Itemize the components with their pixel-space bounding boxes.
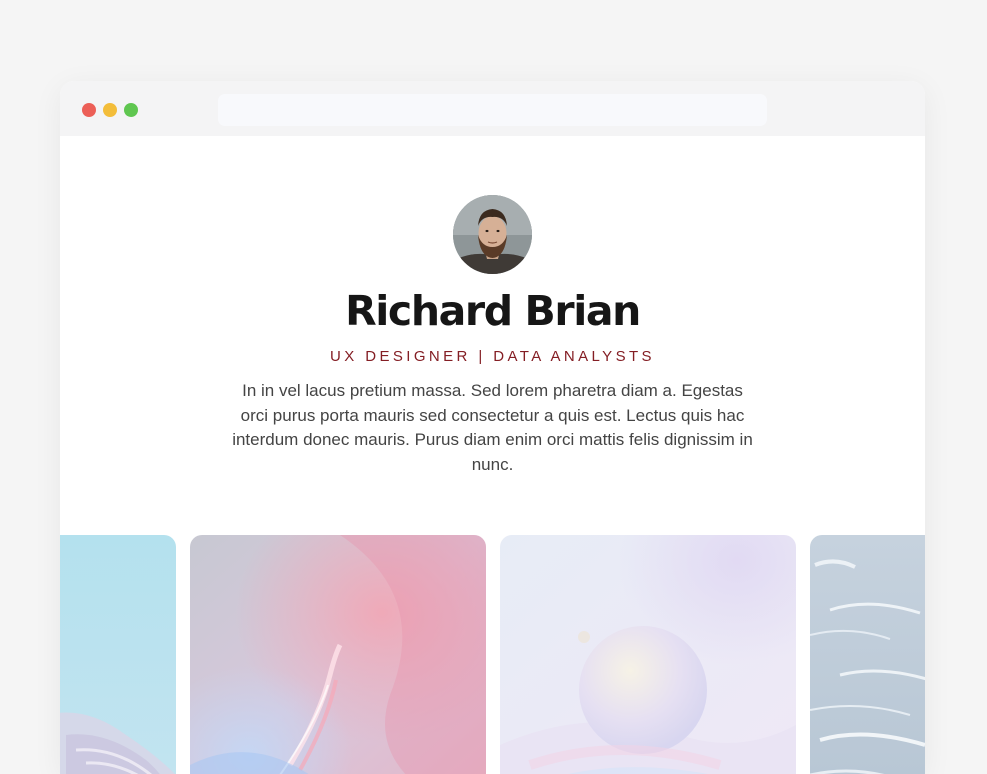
minimize-window-button[interactable] — [103, 103, 117, 117]
maximize-window-button[interactable] — [124, 103, 138, 117]
profile-role: UX DESIGNER | DATA ANALYSTS — [330, 348, 655, 365]
close-window-button[interactable] — [82, 103, 96, 117]
browser-titlebar — [60, 81, 925, 136]
browser-window: Richard Brian UX DESIGNER | DATA ANALYST… — [60, 81, 925, 774]
profile-name: Richard Brian — [345, 287, 641, 335]
teal-abstract-image — [60, 535, 176, 774]
avatar — [453, 195, 532, 274]
avatar-portrait — [453, 195, 532, 274]
gallery-card-teal-abstract[interactable] — [60, 535, 176, 774]
light-streak-image — [190, 535, 486, 774]
gallery-card-ocean-waves[interactable] — [810, 535, 925, 774]
profile-bio: In in vel lacus pretium massa. Sed lorem… — [232, 381, 753, 474]
pastel-sphere-image — [500, 535, 796, 774]
ocean-waves-image — [810, 535, 925, 774]
gallery-card-pastel-sphere[interactable] — [500, 535, 796, 774]
gallery-card-light-streak[interactable] — [190, 535, 486, 774]
address-bar[interactable] — [218, 94, 767, 126]
